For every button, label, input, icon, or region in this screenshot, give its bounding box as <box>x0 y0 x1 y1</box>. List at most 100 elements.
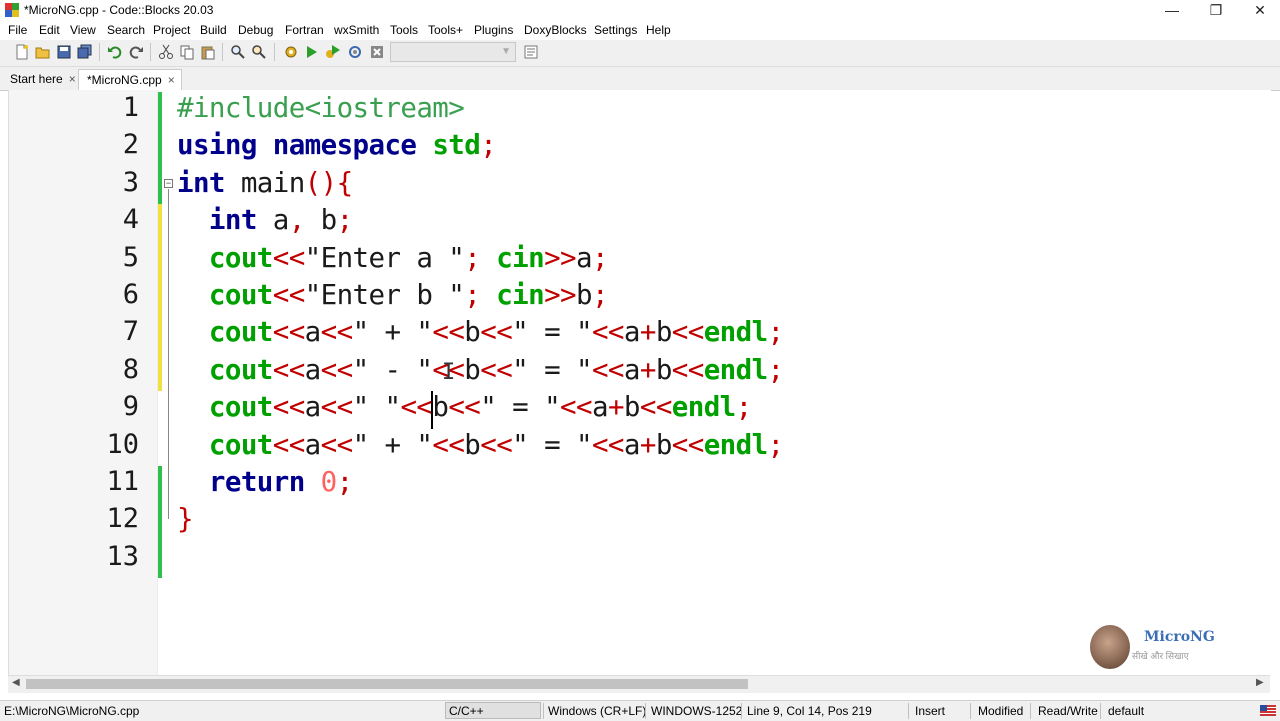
line-number: 5 <box>122 241 139 273</box>
menu-tools[interactable]: Tools <box>390 23 418 37</box>
line-number: 2 <box>122 129 139 161</box>
code-line[interactable]: #include<iostream> <box>177 92 465 124</box>
build-target-combo[interactable]: ▼ <box>390 42 516 62</box>
replace-icon[interactable] <box>251 44 267 60</box>
menu-edit[interactable]: Edit <box>39 23 60 37</box>
code-token: ; <box>767 316 785 349</box>
code-line[interactable]: cout<<"Enter b "; cin>>b; <box>177 279 609 311</box>
menu-help[interactable]: Help <box>646 23 671 37</box>
code-line[interactable]: using namespace std; <box>177 129 497 162</box>
line-number: 4 <box>122 204 139 236</box>
build-icon[interactable] <box>283 44 299 60</box>
menu-tools-plus[interactable]: Tools+ <box>428 23 463 37</box>
copy-icon[interactable] <box>179 44 195 60</box>
code-line[interactable]: int main(){ <box>177 167 353 199</box>
code-editor[interactable]: 1 2 3 4 5 6 7 8 9 10 11 12 13 #include<iostream> usin… <box>8 90 1271 675</box>
change-marker <box>158 204 162 392</box>
find-icon[interactable] <box>230 44 246 60</box>
paste-icon[interactable] <box>200 44 216 60</box>
run-icon[interactable] <box>304 44 320 60</box>
code-token: + <box>639 316 657 349</box>
code-token: a <box>575 241 593 274</box>
code-line[interactable]: cout<<"Enter a "; cin>>a; <box>177 241 609 274</box>
chevron-down-icon: ▼ <box>501 46 511 57</box>
code-token: #include<iostream> <box>177 92 465 124</box>
code-token: << <box>272 391 306 424</box>
redo-icon[interactable] <box>128 44 144 60</box>
code-token: ; <box>464 241 481 274</box>
scroll-left-icon[interactable]: ◀ <box>12 677 20 688</box>
close-icon[interactable]: × <box>69 72 76 86</box>
abort-icon[interactable] <box>369 44 385 60</box>
insert-mode: Insert <box>915 704 946 718</box>
code-token: a <box>304 391 322 424</box>
code-line[interactable]: cout<<a<<" + "<<b<<" = "<<a+b<<endl; <box>177 316 784 348</box>
code-token: b <box>464 316 481 349</box>
code-token: ; <box>591 241 609 274</box>
code-line[interactable]: int a, b; <box>177 204 353 236</box>
close-window-button[interactable]: ✕ <box>1238 0 1280 20</box>
code-token: b <box>575 279 593 311</box>
cut-icon[interactable] <box>158 44 174 60</box>
minimize-button[interactable]: — <box>1150 0 1194 20</box>
code-line[interactable]: cout<<a<<" + "<<b<<" = "<<a+b<<endl; <box>177 429 784 461</box>
code-token: cout <box>208 428 273 461</box>
code-token: << <box>671 353 705 386</box>
open-icon[interactable] <box>35 44 51 60</box>
code-token: cout <box>208 279 273 311</box>
restore-button[interactable]: ❐ <box>1194 0 1238 20</box>
scroll-right-icon[interactable]: ▶ <box>1256 677 1264 688</box>
code-token: << <box>432 316 465 349</box>
undo-icon[interactable] <box>107 44 123 60</box>
code-token: " = " <box>512 428 592 461</box>
save-all-icon[interactable] <box>77 44 93 60</box>
change-marker <box>158 92 162 205</box>
code-line[interactable]: return 0; <box>177 466 353 498</box>
jump-icon[interactable] <box>523 44 539 60</box>
code-token: int <box>177 166 225 199</box>
line-number: 1 <box>122 92 139 123</box>
scrollbar-thumb[interactable] <box>26 679 748 689</box>
horizontal-scrollbar[interactable]: ◀ ▶ <box>8 675 1270 693</box>
menu-file[interactable]: File <box>8 23 27 37</box>
save-icon[interactable] <box>56 44 72 60</box>
code-line[interactable]: } <box>177 503 194 535</box>
menu-build[interactable]: Build <box>200 23 227 37</box>
tab-microng-cpp[interactable]: *MicroNG.cpp × <box>78 69 182 90</box>
code-token: + <box>639 353 657 386</box>
code-line[interactable]: cout<<a<<" - "<<b<<" = "<<a+b<<endl; <box>177 354 784 386</box>
rebuild-icon[interactable] <box>347 44 363 60</box>
code-token: << <box>480 353 513 386</box>
status-separator <box>645 703 646 719</box>
build-run-icon[interactable] <box>325 44 341 60</box>
menu-plugins[interactable]: Plugins <box>474 23 513 37</box>
code-token: << <box>320 428 354 461</box>
menu-settings[interactable]: Settings <box>594 23 637 37</box>
code-token: namespace <box>272 129 417 162</box>
tab-start-here[interactable]: Start here × <box>2 69 82 90</box>
code-line[interactable]: cout<<a<<" "<<b<<" = "<<a+b<<endl; <box>177 391 752 423</box>
code-token: b <box>464 353 481 386</box>
close-icon[interactable]: × <box>168 73 175 87</box>
code-token: endl <box>671 391 736 424</box>
menu-fortran[interactable]: Fortran <box>285 23 324 37</box>
code-token: a <box>256 204 290 237</box>
menu-bar: File Edit View Search Project Build Debu… <box>0 20 1280 40</box>
menu-doxyblocks[interactable]: DoxyBlocks <box>524 23 587 37</box>
menu-search[interactable]: Search <box>107 23 145 37</box>
menu-debug[interactable]: Debug <box>238 23 273 37</box>
code-token: << <box>272 279 306 311</box>
menu-view[interactable]: View <box>70 23 96 37</box>
menu-project[interactable]: Project <box>153 23 190 37</box>
status-bar: E:\MicroNG\MicroNG.cpp C/C++ Windows (CR… <box>0 700 1280 721</box>
code-token: a <box>623 353 641 386</box>
menu-wxsmith[interactable]: wxSmith <box>334 23 379 37</box>
fold-marker-icon[interactable]: − <box>164 178 173 188</box>
line-number: 8 <box>122 353 139 385</box>
new-file-icon[interactable] <box>14 44 30 60</box>
code-token: >> <box>544 241 577 274</box>
